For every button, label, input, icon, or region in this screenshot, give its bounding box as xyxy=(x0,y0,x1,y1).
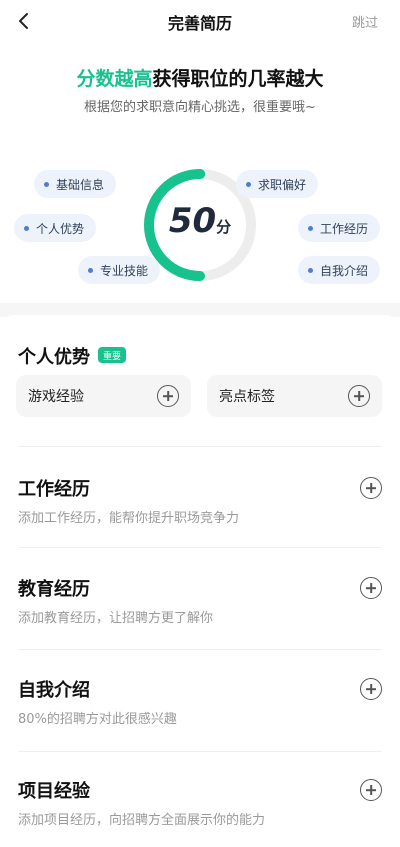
section-title-advantage: 个人优势 xyxy=(18,347,90,368)
section-desc-education: 添加教育经历，让招聘方更了解你 xyxy=(18,611,214,626)
chip-label: 求职偏好 xyxy=(258,177,307,192)
dot-icon xyxy=(246,181,251,187)
subline: 根据您的求职意向精心挑选，很重要哦~ xyxy=(84,100,316,115)
option-highlight-tags[interactable]: 亮点标签 xyxy=(207,375,382,417)
divider xyxy=(18,547,382,548)
score-area: 50分 基础信息 个人优势 专业技能 求职偏好 工作经历 自我介绍 xyxy=(0,150,400,300)
section-title-self-intro: 自我介绍 xyxy=(18,680,90,701)
chip-label: 自我介绍 xyxy=(320,263,369,278)
plus-circle-icon xyxy=(348,385,370,407)
section-title-work: 工作经历 xyxy=(18,479,90,500)
option-label: 亮点标签 xyxy=(219,389,275,405)
dot-icon xyxy=(24,225,29,231)
section-education[interactable]: 教育经历 添加教育经历，让招聘方更了解你 xyxy=(0,575,400,675)
score-number: 50 xyxy=(168,201,217,241)
add-work-experience-icon[interactable] xyxy=(360,477,382,499)
resume-sections: 个人优势 重要 游戏经验 亮点标签 工作经历 添加工作经历，能帮你提升职场竞争力… xyxy=(0,315,400,847)
divider xyxy=(18,751,382,752)
score-value: 50分 xyxy=(142,201,258,241)
add-project-icon[interactable] xyxy=(360,779,382,801)
score-unit: 分 xyxy=(216,218,232,236)
chip-basic-info[interactable]: 基础信息 xyxy=(34,170,117,198)
section-work-experience[interactable]: 工作经历 添加工作经历，能帮你提升职场竞争力 xyxy=(0,475,400,575)
chip-label: 基础信息 xyxy=(56,177,105,192)
section-projects[interactable]: 项目经验 添加项目经历，向招聘方全面展示你的能力 xyxy=(0,777,400,847)
section-title-projects: 项目经验 xyxy=(18,781,90,802)
section-self-intro[interactable]: 自我介绍 80%的招聘方对此很感兴趣 xyxy=(0,676,400,776)
dot-icon xyxy=(44,181,49,187)
option-label: 游戏经验 xyxy=(28,389,84,405)
section-desc-self-intro: 80%的招聘方对此很感兴趣 xyxy=(18,712,177,727)
divider xyxy=(18,649,382,650)
section-desc-projects: 添加项目经历，向招聘方全面展示你的能力 xyxy=(18,813,266,828)
divider xyxy=(18,446,382,447)
chip-work-experience[interactable]: 工作经历 xyxy=(298,214,381,242)
chip-self-intro[interactable]: 自我介绍 xyxy=(298,256,381,284)
important-badge: 重要 xyxy=(98,347,127,363)
dot-icon xyxy=(308,225,313,231)
page-title: 完善简历 xyxy=(167,14,232,33)
chip-job-preference[interactable]: 求职偏好 xyxy=(236,170,319,198)
option-game-experience[interactable]: 游戏经验 xyxy=(16,375,191,417)
chip-label: 工作经历 xyxy=(320,221,369,236)
add-education-icon[interactable] xyxy=(360,577,382,599)
headline: 分数越高获得职位的几率越大 xyxy=(0,64,400,91)
top-nav: 完善简历 跳过 xyxy=(0,0,400,44)
dot-icon xyxy=(88,267,93,273)
section-title-education: 教育经历 xyxy=(18,579,90,600)
chip-label: 个人优势 xyxy=(36,221,85,236)
skip-button[interactable]: 跳过 xyxy=(352,12,378,31)
chip-label: 专业技能 xyxy=(100,263,149,278)
section-desc-work: 添加工作经历，能帮你提升职场竞争力 xyxy=(18,511,240,526)
dot-icon xyxy=(308,267,313,273)
headline-highlight: 分数越高 xyxy=(76,68,153,90)
plus-circle-icon xyxy=(157,385,179,407)
chip-professional-skills[interactable]: 专业技能 xyxy=(78,256,161,284)
chip-personal-advantage[interactable]: 个人优势 xyxy=(14,214,97,242)
headline-rest: 获得职位的几率越大 xyxy=(152,68,324,90)
add-self-intro-icon[interactable] xyxy=(360,678,382,700)
